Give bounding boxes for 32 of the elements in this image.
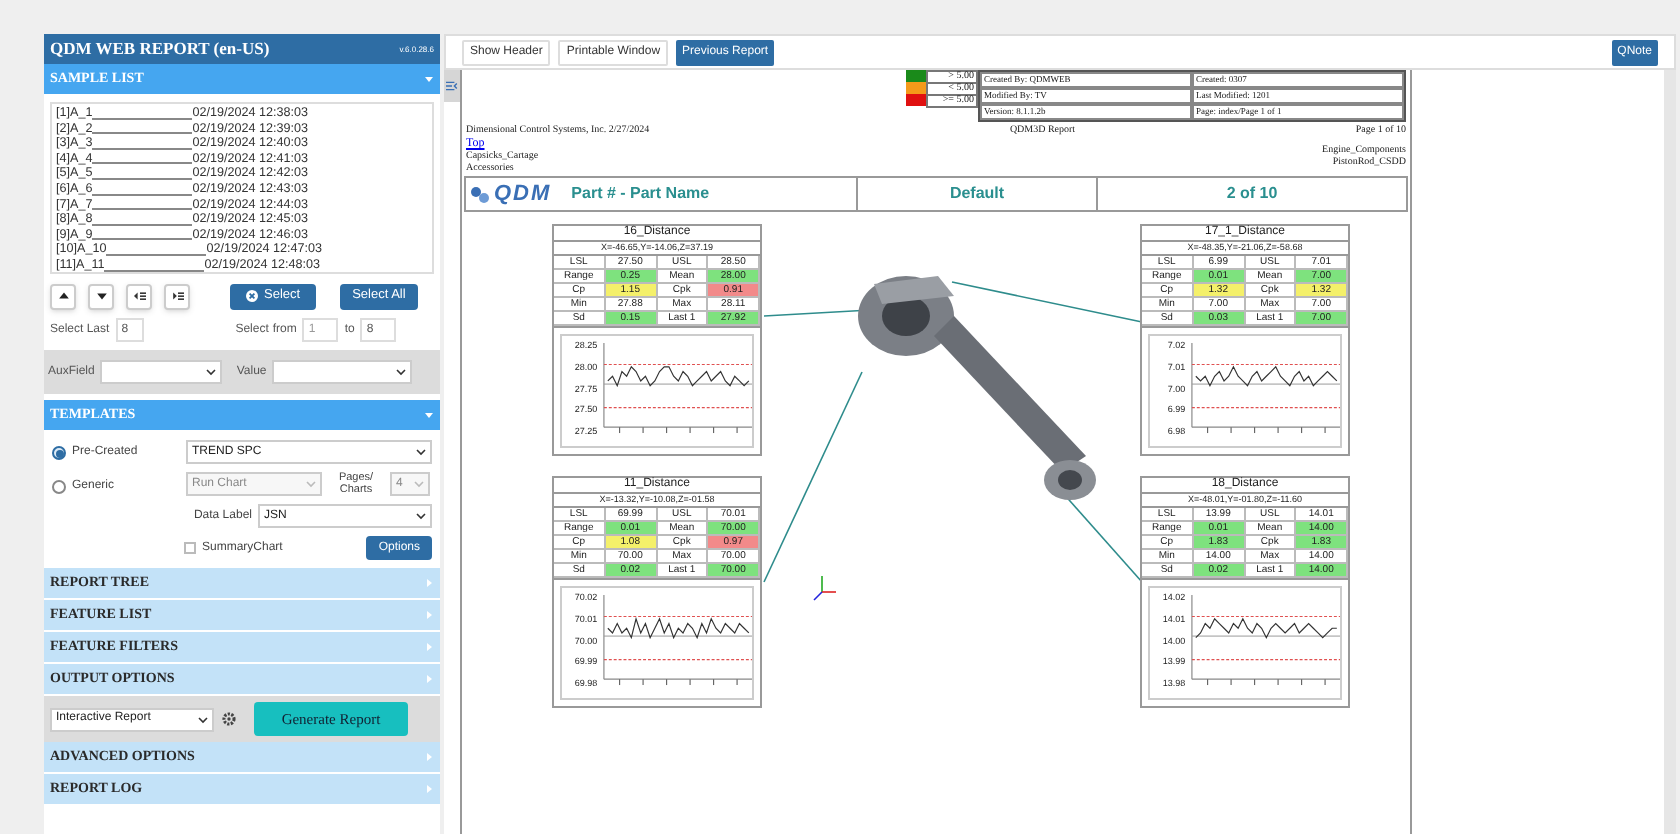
chevron-down-icon bbox=[416, 512, 426, 520]
caret-right-icon bbox=[424, 578, 434, 588]
move-up-icon bbox=[57, 290, 69, 302]
part-name: Part # - Part Name bbox=[571, 182, 710, 206]
caret-down-icon bbox=[424, 410, 434, 420]
caret-down-icon bbox=[424, 74, 434, 84]
move-up-button[interactable] bbox=[50, 283, 76, 309]
page-count: 2 of 10 bbox=[1224, 182, 1280, 206]
caret-right-icon bbox=[424, 752, 434, 762]
settings-icon[interactable] bbox=[222, 712, 236, 726]
chevron-down-icon bbox=[414, 480, 424, 488]
remove-button[interactable] bbox=[164, 283, 190, 309]
chevron-down-icon bbox=[416, 448, 426, 456]
move-down-button[interactable] bbox=[88, 283, 114, 309]
radio-button[interactable] bbox=[52, 480, 66, 494]
chevron-down-icon bbox=[396, 368, 407, 376]
caret-right-icon bbox=[424, 784, 434, 794]
axis-triad-icon bbox=[813, 575, 837, 601]
caret-right-icon bbox=[424, 642, 434, 652]
chevron-down-icon bbox=[306, 480, 316, 488]
chevron-down-icon bbox=[206, 368, 217, 376]
auxfield-select[interactable] bbox=[100, 360, 223, 384]
qdm-logo: QDM bbox=[470, 177, 552, 211]
menu-icon[interactable] bbox=[444, 70, 460, 102]
insert-button[interactable] bbox=[126, 283, 152, 309]
variant-name: Default bbox=[858, 178, 1098, 210]
caret-right-icon bbox=[424, 610, 434, 620]
caret-right-icon bbox=[424, 674, 434, 684]
radio-button[interactable] bbox=[52, 446, 66, 460]
move-down-icon bbox=[95, 290, 107, 302]
close-circle-icon bbox=[246, 290, 258, 302]
chevron-down-icon bbox=[198, 715, 208, 723]
